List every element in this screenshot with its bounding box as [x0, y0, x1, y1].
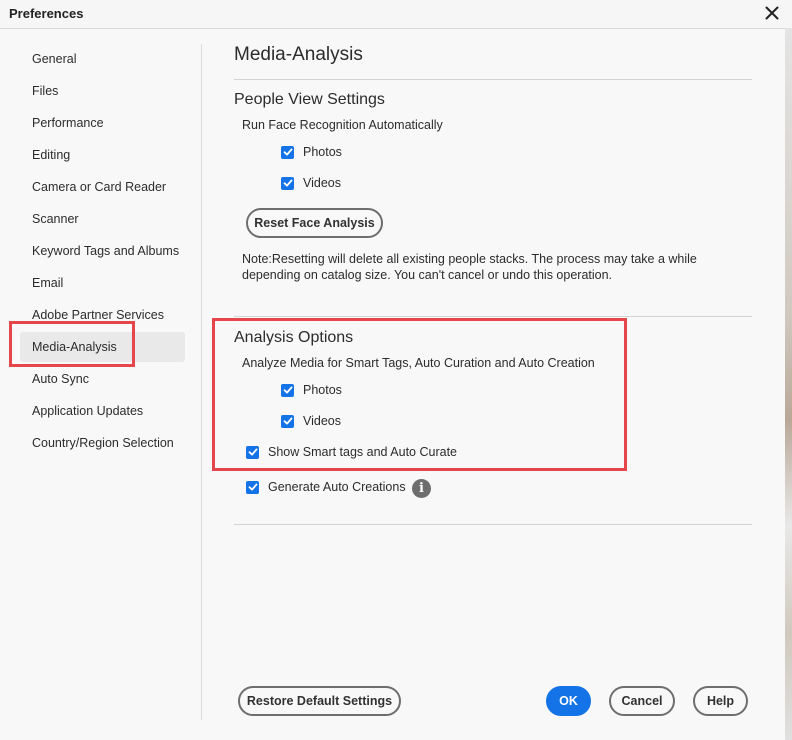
analyze-media-label: Analyze Media for Smart Tags, Auto Curat… — [242, 356, 595, 370]
people-photos-label: Photos — [303, 145, 342, 159]
sidebar-item-media-analysis[interactable]: Media-Analysis — [20, 332, 185, 362]
sidebar-item-country-region-selection[interactable]: Country/Region Selection — [20, 428, 185, 458]
sidebar-item-adobe-partner-services[interactable]: Adobe Partner Services — [20, 300, 185, 330]
sidebar-item-application-updates[interactable]: Application Updates — [20, 396, 185, 426]
analysis-videos-label: Videos — [303, 414, 341, 428]
checkmark-icon — [246, 480, 259, 494]
analysis-photos-checkbox[interactable]: Photos — [281, 383, 342, 397]
sidebar-item-camera-or-card-reader[interactable]: Camera or Card Reader — [20, 172, 185, 202]
background-window-edge — [785, 28, 792, 740]
title-bar: Preferences — [0, 0, 792, 29]
analysis-photos-label: Photos — [303, 383, 342, 397]
restore-default-settings-button[interactable]: Restore Default Settings — [238, 686, 401, 716]
ok-button[interactable]: OK — [546, 686, 591, 716]
sidebar-item-keyword-tags-and-albums[interactable]: Keyword Tags and Albums — [20, 236, 185, 266]
section-divider — [234, 316, 752, 317]
sidebar: General Files Performance Editing Camera… — [0, 28, 200, 740]
preferences-dialog: Preferences General Files Performance Ed… — [0, 0, 792, 740]
sidebar-item-performance[interactable]: Performance — [20, 108, 185, 138]
smart-tags-label: Show Smart tags and Auto Curate — [268, 445, 457, 459]
sidebar-item-scanner[interactable]: Scanner — [20, 204, 185, 234]
checkmark-icon — [281, 176, 294, 190]
cancel-button[interactable]: Cancel — [609, 686, 675, 716]
reset-face-analysis-button[interactable]: Reset Face Analysis — [246, 208, 383, 238]
people-view-heading: People View Settings — [234, 91, 385, 108]
smart-tags-checkbox[interactable]: Show Smart tags and Auto Curate — [246, 445, 457, 459]
info-icon[interactable]: i — [412, 479, 431, 498]
close-icon[interactable] — [762, 3, 782, 23]
help-button[interactable]: Help — [693, 686, 748, 716]
people-photos-checkbox[interactable]: Photos — [281, 145, 342, 159]
title-divider — [234, 79, 752, 80]
auto-creations-label: Generate Auto Creations — [268, 480, 406, 494]
checkmark-icon — [246, 445, 259, 459]
face-recognition-label: Run Face Recognition Automatically — [242, 118, 443, 132]
reset-note: Note:Resetting will delete all existing … — [242, 252, 697, 282]
people-videos-label: Videos — [303, 176, 341, 190]
sidebar-item-general[interactable]: General — [20, 44, 185, 74]
auto-creations-checkbox[interactable]: Generate Auto Creations — [246, 480, 406, 494]
sidebar-divider — [201, 44, 202, 720]
window-title: Preferences — [9, 6, 84, 21]
people-videos-checkbox[interactable]: Videos — [281, 176, 341, 190]
sidebar-item-editing[interactable]: Editing — [20, 140, 185, 170]
checkmark-icon — [281, 383, 294, 397]
checkmark-icon — [281, 145, 294, 159]
sidebar-item-email[interactable]: Email — [20, 268, 185, 298]
checkmark-icon — [281, 414, 294, 428]
analysis-videos-checkbox[interactable]: Videos — [281, 414, 341, 428]
sidebar-item-files[interactable]: Files — [20, 76, 185, 106]
analysis-options-heading: Analysis Options — [234, 329, 354, 346]
bottom-divider — [234, 524, 752, 525]
page-title: Media-Analysis — [234, 44, 363, 65]
sidebar-item-auto-sync[interactable]: Auto Sync — [20, 364, 185, 394]
